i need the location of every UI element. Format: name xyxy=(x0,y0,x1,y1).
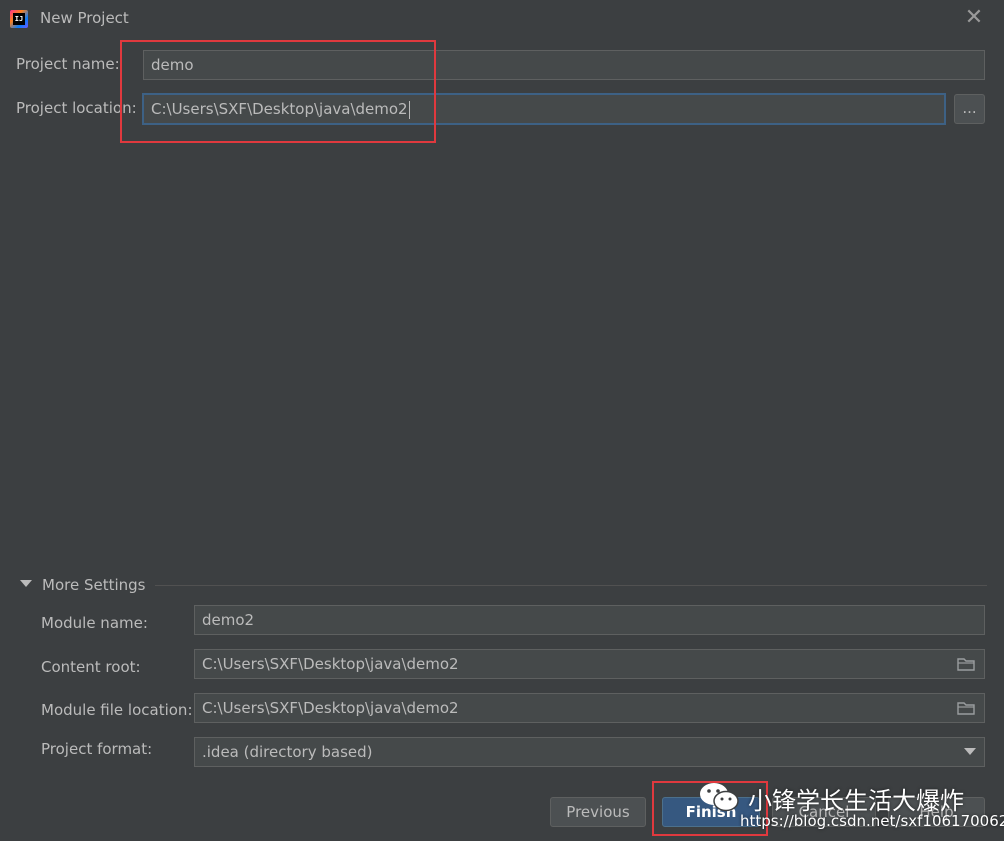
annotation-highlight-box xyxy=(120,40,436,143)
window-title: New Project xyxy=(40,9,129,27)
watermark-text: 小锋学长生活大爆炸 xyxy=(748,787,964,815)
intellij-idea-icon: IJ xyxy=(10,10,28,28)
module-file-location-label: Module file location: xyxy=(41,701,193,719)
wechat-icon xyxy=(700,783,739,812)
title-bar xyxy=(0,0,1004,38)
project-format-label: Project format: xyxy=(41,740,153,758)
module-name-input[interactable]: demo2 xyxy=(194,605,985,635)
section-divider xyxy=(155,585,987,586)
chevron-down-icon[interactable] xyxy=(964,748,976,755)
close-icon[interactable]: ✕ xyxy=(962,6,986,30)
project-format-select[interactable]: .idea (directory based) xyxy=(194,737,985,767)
previous-button[interactable]: Previous xyxy=(550,797,646,827)
watermark-url: https://blog.csdn.net/sxf1061700625 xyxy=(740,812,1004,830)
folder-icon[interactable] xyxy=(957,701,975,715)
project-format-value: .idea (directory based) xyxy=(202,743,373,761)
browse-button[interactable]: ... xyxy=(954,94,985,124)
project-location-label: Project location: xyxy=(16,99,137,117)
project-name-label: Project name: xyxy=(16,55,120,73)
content-root-input[interactable]: C:\Users\SXF\Desktop\java\demo2 xyxy=(194,649,985,679)
collapse-triangle-icon[interactable] xyxy=(20,580,32,587)
module-name-label: Module name: xyxy=(41,614,148,632)
more-settings-toggle[interactable]: More Settings xyxy=(42,576,145,594)
content-root-label: Content root: xyxy=(41,658,141,676)
module-file-location-input[interactable]: C:\Users\SXF\Desktop\java\demo2 xyxy=(194,693,985,723)
folder-icon[interactable] xyxy=(957,657,975,671)
